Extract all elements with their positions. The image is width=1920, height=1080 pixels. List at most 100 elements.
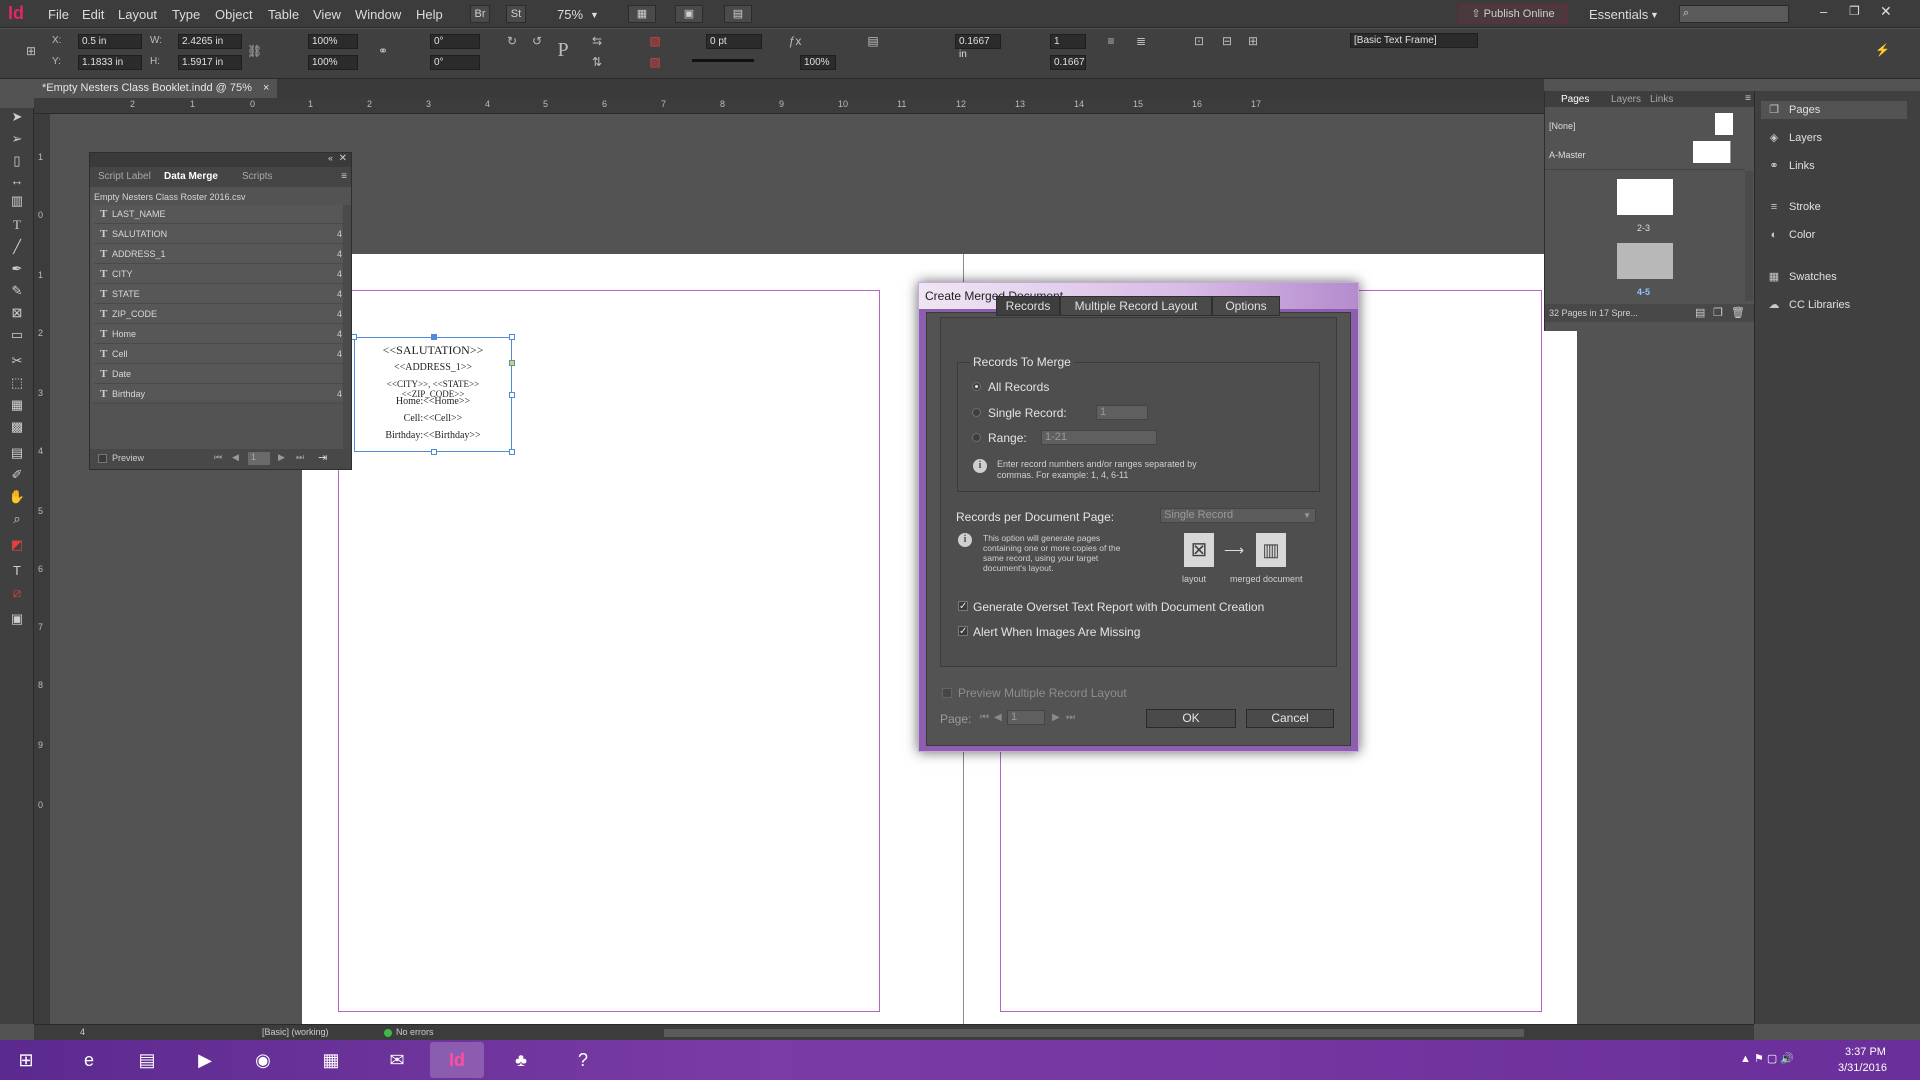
field-row[interactable]: T LAST_NAME <box>94 205 344 224</box>
new-page-icon[interactable]: ❐ <box>1713 306 1723 319</box>
field-row[interactable]: T Cell 4 <box>94 345 344 364</box>
gradient-swatch-tool-icon[interactable]: ▦ <box>6 396 28 414</box>
apply-none-icon[interactable]: ⧄ <box>6 584 28 602</box>
stroke-type-preview[interactable] <box>692 59 754 62</box>
single-record-radio[interactable] <box>972 408 981 417</box>
horizontal-scrollbar[interactable] <box>664 1029 1524 1037</box>
menu-view[interactable]: View <box>313 7 341 22</box>
scissors-tool-icon[interactable]: ✂ <box>6 352 28 370</box>
menu-help[interactable]: Help <box>416 7 443 22</box>
pencil-tool-icon[interactable]: ✎ <box>6 282 28 300</box>
formatting-affects-text-icon[interactable]: T <box>6 562 28 580</box>
field-row[interactable]: T ZIP_CODE 4 <box>94 305 344 324</box>
prev-page-icon[interactable]: ◀ <box>994 712 1002 723</box>
preview-checkbox[interactable] <box>98 454 107 463</box>
flip-vertical-icon[interactable]: ⇅ <box>590 55 604 69</box>
frame-handle[interactable] <box>509 360 515 366</box>
preflight-status[interactable]: No errors <box>396 1027 434 1037</box>
line-tool-icon[interactable]: ╱ <box>6 238 28 256</box>
field-row[interactable]: T STATE 4 <box>94 285 344 304</box>
ok-button[interactable]: OK <box>1146 709 1236 728</box>
scale-y-field[interactable]: 100% <box>308 55 358 70</box>
none-master-thumbnail[interactable] <box>1715 113 1733 135</box>
constrain-proportions-icon[interactable]: ⛓ <box>247 44 262 58</box>
field-row[interactable]: T ADDRESS_1 4 <box>94 245 344 264</box>
menu-window[interactable]: Window <box>355 7 401 22</box>
tab-data-merge[interactable]: Data Merge <box>164 171 218 182</box>
inset-field[interactable]: 0.1667 in <box>955 34 1001 60</box>
clock-date[interactable]: 3/31/2016 <box>1838 1062 1887 1074</box>
frame-handle[interactable] <box>431 334 437 340</box>
tab-records[interactable]: Records <box>996 296 1060 316</box>
dock-stroke[interactable]: ≡ Stroke <box>1765 198 1821 216</box>
outlook-icon[interactable]: ✉ <box>370 1042 424 1078</box>
page-navigator[interactable]: 4 <box>80 1027 85 1037</box>
collapse-icon[interactable]: « <box>328 153 333 163</box>
screen-mode-icon[interactable]: ▣ <box>6 610 28 628</box>
last-record-icon[interactable]: ⏭ <box>296 452 304 463</box>
menu-edit[interactable]: Edit <box>82 7 104 22</box>
next-page-icon[interactable]: ▶ <box>1052 712 1060 723</box>
lightning-icon[interactable]: ⚡ <box>1875 43 1890 57</box>
align-center-icon[interactable]: ≣ <box>1134 34 1148 48</box>
record-number-field[interactable]: 1 <box>248 452 270 465</box>
distribute-icon[interactable]: ⊞ <box>1246 34 1260 48</box>
frame-handle[interactable] <box>509 449 515 455</box>
field-row[interactable]: T Birthday 4 <box>94 385 344 404</box>
scale-x-field[interactable]: 100% <box>308 34 358 49</box>
records-per-page-dropdown[interactable]: Single Record ▼ <box>1160 508 1316 523</box>
preview-multiple-checkbox[interactable] <box>942 688 952 698</box>
menu-object[interactable]: Object <box>215 7 253 22</box>
shear-field[interactable]: 0° <box>430 55 480 70</box>
link-icon[interactable]: ⚭ <box>376 44 390 58</box>
images-missing-checkbox[interactable]: ✓ <box>958 626 968 637</box>
field-row[interactable]: T CITY 4 <box>94 265 344 284</box>
hand-tool-icon[interactable]: ✋ <box>6 488 28 506</box>
rectangle-frame-tool-icon[interactable]: ⊠ <box>6 304 28 322</box>
text-wrap-icon[interactable]: ▤ <box>866 34 880 48</box>
gradient-feather-tool-icon[interactable]: ▩ <box>6 418 28 436</box>
menu-layout[interactable]: Layout <box>118 7 157 22</box>
fill-swatch-icon[interactable]: ▧ <box>648 34 662 48</box>
view-options-icon[interactable]: ▦ <box>628 5 656 23</box>
field-row[interactable]: T SALUTATION 4 <box>94 225 344 244</box>
dock-swatches[interactable]: ▦ Swatches <box>1765 268 1837 286</box>
none-master[interactable]: [None] <box>1549 121 1576 131</box>
panel-header[interactable]: « ✕ <box>90 153 351 167</box>
close-icon[interactable]: ✕ <box>1880 3 1892 20</box>
horizontal-ruler[interactable]: 2 1 0 1 2 3 4 5 6 7 8 9 10 11 12 13 14 15 16 17 <box>34 98 1544 114</box>
menu-type[interactable]: Type <box>172 7 200 22</box>
dock-layers[interactable]: ◈ Layers <box>1765 129 1822 147</box>
rotate-ccw-icon[interactable]: ↺ <box>530 34 544 48</box>
fx-icon[interactable]: ƒx <box>788 34 802 48</box>
start-button-icon[interactable]: ⊞ <box>2 1042 50 1078</box>
chevron-down-icon[interactable]: ▼ <box>1650 10 1659 20</box>
tab-script-label[interactable]: Script Label <box>98 171 151 182</box>
panel-menu-icon[interactable]: ≡ <box>1745 93 1751 104</box>
spread-2-3-thumbnail[interactable] <box>1617 179 1673 215</box>
eyedropper-tool-icon[interactable]: ✐ <box>6 466 28 484</box>
pen-tool-icon[interactable]: ✒ <box>6 260 28 278</box>
page-size-icon[interactable]: ▤ <box>1695 306 1705 319</box>
first-page-icon[interactable]: ⏮ <box>980 712 989 723</box>
arrange-documents-icon[interactable]: ▤ <box>724 5 752 23</box>
document-tab[interactable]: *Empty Nesters Class Booklet.indd @ 75% … <box>34 79 278 98</box>
chevron-down-icon[interactable]: ▼ <box>590 10 599 20</box>
a-master-thumbnail[interactable] <box>1693 141 1731 163</box>
last-page-icon[interactable]: ⏭ <box>1066 712 1075 723</box>
menu-file[interactable]: File <box>48 7 69 22</box>
field-row[interactable]: T Date <box>94 365 344 384</box>
publish-online-button[interactable]: ⇧ Publish Online <box>1458 4 1568 24</box>
first-record-icon[interactable]: ⏮ <box>214 452 222 463</box>
tab-multiple-record-layout[interactable]: Multiple Record Layout <box>1060 296 1212 316</box>
tab-scripts[interactable]: Scripts <box>242 171 273 182</box>
solitaire-icon[interactable]: ♣ <box>494 1042 548 1078</box>
single-record-input[interactable]: 1 <box>1096 405 1148 420</box>
tab-layers[interactable]: Layers <box>1611 94 1641 105</box>
search-input[interactable] <box>1679 5 1789 23</box>
maximize-icon[interactable]: ❐ <box>1849 4 1860 18</box>
clock-time[interactable]: 3:37 PM <box>1845 1046 1886 1058</box>
calculator-icon[interactable]: ▦ <box>304 1042 358 1078</box>
stock-button[interactable]: St <box>506 5 526 23</box>
flip-horizontal-icon[interactable]: ⇆ <box>590 34 604 48</box>
